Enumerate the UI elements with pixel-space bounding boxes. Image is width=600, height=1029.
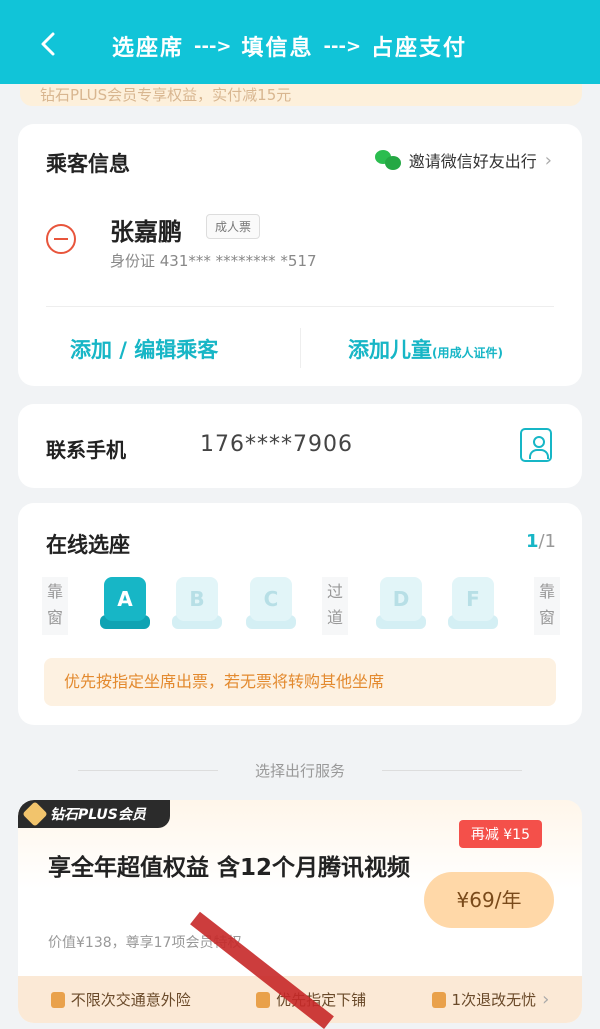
benefit-item: 不限次交通意外险 (50, 989, 191, 1010)
phone-field[interactable]: 176****7906 (200, 432, 353, 457)
passenger-name: 张嘉鹏 (110, 218, 182, 246)
chevron-left-icon (41, 32, 55, 56)
service-section-title: 选择出行服务 (0, 760, 600, 781)
seat-count: 1/1 (526, 531, 556, 552)
seat-letter: D (380, 577, 422, 621)
progress-steps: 选座席 ---> 填信息 ---> 占座支付 (112, 30, 467, 62)
step-pay: 占座支付 (371, 36, 468, 61)
window-label-right: 靠窗 (534, 577, 560, 635)
passenger-section-title: 乘客信息 (46, 152, 130, 176)
add-child-note: (用成人证件) (432, 346, 503, 360)
plus-badge: 钻石PLUS会员 (18, 800, 170, 828)
diamond-icon (22, 801, 48, 827)
add-edit-passenger-button[interactable]: 添加 / 编辑乘客 (70, 334, 218, 364)
price-button[interactable]: ¥69/年 (424, 872, 554, 928)
plus-title: 享全年超值权益 含12个月腾讯视频 (48, 855, 411, 881)
step-select-seat: 选座席 (112, 36, 185, 61)
heart-icon (256, 991, 271, 1008)
seat-notice: 优先按指定坐席出票，若无票将转购其他坐席 (44, 658, 556, 706)
divider (46, 306, 554, 307)
chevron-right-icon: › (544, 149, 552, 171)
window-label-left: 靠窗 (42, 577, 68, 635)
top-bar: 选座席 ---> 填信息 ---> 占座支付 (0, 0, 600, 84)
seat-a[interactable]: A (100, 577, 150, 633)
promo-strip: 钻石PLUS会员专享权益，实付减15元 (20, 84, 582, 106)
step-arrow: ---> (194, 35, 232, 57)
add-child-button[interactable]: 添加儿童(用成人证件) (348, 334, 503, 364)
invite-wechat-link[interactable]: 邀请微信好友出行 › (374, 148, 552, 172)
step-arrow: ---> (323, 35, 362, 57)
wechat-icon (374, 150, 401, 170)
seat-d[interactable]: D (376, 577, 426, 633)
invite-label: 邀请微信好友出行 (408, 152, 537, 171)
contact-book-icon[interactable] (520, 428, 552, 462)
passenger-id: 身份证 431*** ******** *517 (110, 252, 317, 270)
seat-count-selected: 1 (525, 531, 539, 552)
contact-phone-card: 联系手机 176****7906 (18, 404, 582, 488)
seat-count-total: /1 (538, 531, 556, 552)
seat-section-title: 在线选座 (46, 533, 130, 557)
seat-letter: A (104, 577, 146, 621)
aisle-label: 过道 (322, 577, 348, 635)
shield-icon (50, 991, 65, 1008)
ticket-type-badge: 成人票 (206, 214, 261, 239)
remove-passenger-button[interactable] (46, 224, 76, 254)
back-button[interactable] (30, 26, 66, 62)
phone-label: 联系手机 (46, 438, 126, 462)
refund-icon (431, 991, 446, 1008)
benefit-label: 不限次交通意外险 (70, 991, 191, 1009)
benefit-item: 1次退改无忧 › (431, 989, 550, 1010)
seat-b[interactable]: B (172, 577, 222, 633)
benefit-label: 1次退改无忧 (451, 991, 537, 1009)
divider (300, 328, 301, 368)
discount-tag: 再减 ¥15 (458, 820, 542, 848)
add-child-label: 添加儿童 (348, 338, 432, 362)
seat-c[interactable]: C (246, 577, 296, 633)
chevron-right-icon: › (542, 989, 550, 1010)
plus-badge-label: 钻石PLUS会员 (50, 807, 146, 823)
seat-row: 靠窗 A B C 过道 D F 靠窗 (42, 577, 560, 637)
passenger-card: 乘客信息 邀请微信好友出行 › 张嘉鹏 成人票 身份证 431*** *****… (18, 124, 582, 386)
seat-letter: B (176, 577, 218, 621)
seat-letter: C (250, 577, 292, 621)
seat-selection-card: 在线选座 1/1 靠窗 A B C 过道 D F 靠窗 优先按指定坐席出票，若无… (18, 503, 582, 725)
seat-letter: F (452, 577, 494, 621)
seat-f[interactable]: F (448, 577, 498, 633)
step-fill-info: 填信息 (241, 36, 314, 61)
